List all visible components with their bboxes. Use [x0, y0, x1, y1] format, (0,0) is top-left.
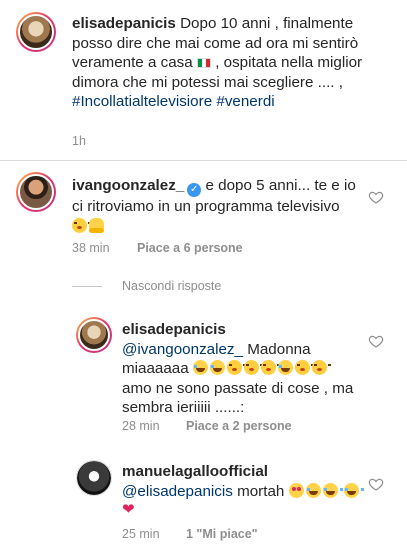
reply-avatar[interactable]: [76, 460, 112, 496]
caption-avatar[interactable]: [16, 12, 56, 52]
hide-replies-button[interactable]: Nascondi risposte: [122, 279, 221, 293]
reply-likes[interactable]: Piace a 2 persone: [186, 419, 292, 433]
comment-time: 38 min: [72, 241, 110, 255]
comment-likes[interactable]: Piace a 6 persone: [137, 241, 243, 255]
reply-username[interactable]: elisadepanicis: [122, 321, 226, 338]
laugh-emoji-icon: [343, 482, 364, 498]
caption-username[interactable]: elisadepanicis: [72, 15, 176, 32]
laugh-emoji-icon: [209, 360, 230, 376]
hashtag-link[interactable]: #Incollatialtelevisiore: [72, 93, 212, 110]
reply-likes[interactable]: 1 "Mi piace": [186, 527, 258, 541]
comment-text: ivangoonzalez_ ✓ e dopo 5 anni... te e io…: [72, 176, 357, 236]
reply-avatar[interactable]: [76, 317, 112, 353]
reply-text: manuelagallоofficial @elisadepanicis mor…: [122, 462, 364, 521]
caption-divider: [0, 160, 407, 161]
mention-link[interactable]: @ivangoonzalez_: [122, 341, 243, 358]
reply-text: elisadepanicis @ivangoonzalez_ Madonna m…: [122, 320, 360, 418]
blush-emoji-icon: [311, 360, 331, 376]
hashtag-link[interactable]: #venerdi: [216, 93, 274, 110]
hug-emoji-icon: [89, 217, 104, 233]
like-heart-icon[interactable]: [368, 476, 384, 492]
laugh-emoji-icon: [305, 482, 326, 498]
caption-time: 1h: [72, 134, 86, 148]
reply-username[interactable]: manuelagallоofficial: [122, 463, 268, 480]
italy-flag-icon: [196, 58, 211, 69]
comment-avatar[interactable]: [16, 172, 56, 212]
laugh-emoji-icon: [277, 360, 298, 376]
blush-emoji-icon: [72, 217, 91, 233]
mention-link[interactable]: @elisadepanicis: [122, 483, 233, 500]
blush-emoji-icon: [226, 360, 246, 376]
caption-text: elisadepanicis Dopo 10 anni , finalmente…: [72, 14, 392, 112]
reply-time: 25 min: [122, 527, 160, 541]
comment-username[interactable]: ivangoonzalez_: [72, 177, 184, 194]
like-heart-icon[interactable]: [368, 189, 384, 205]
blush-emoji-icon: [294, 360, 314, 376]
reply-body-2: amo ne sono passate di cose , ma sembra …: [122, 379, 354, 417]
laugh-emoji-icon: [192, 360, 213, 376]
red-heart-emoji-icon: [122, 502, 137, 517]
reply-body: mortah: [237, 482, 285, 500]
laugh-emoji-icon: [322, 482, 343, 498]
heart-eyes-emoji-icon: [288, 482, 304, 498]
like-heart-icon[interactable]: [368, 333, 384, 349]
reply-time: 28 min: [122, 419, 160, 433]
hide-replies-line: [72, 286, 102, 287]
blush-emoji-icon: [260, 360, 280, 376]
verified-badge-icon: ✓: [187, 183, 202, 197]
blush-emoji-icon: [243, 360, 263, 376]
